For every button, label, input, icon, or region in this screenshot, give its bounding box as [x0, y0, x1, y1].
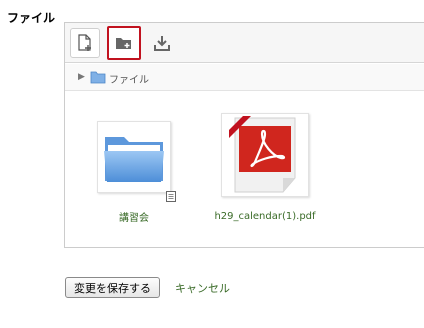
folder-icon	[104, 137, 164, 182]
breadcrumb-current[interactable]: ファイル	[109, 71, 149, 86]
add-file-icon	[78, 34, 91, 51]
file-item-pdf[interactable]: h29_calendar(1).pdf	[205, 113, 325, 222]
save-changes-button[interactable]: 変更を保存する	[65, 277, 160, 298]
file-name[interactable]: h29_calendar(1).pdf	[205, 211, 325, 222]
pdf-thumbnail	[221, 113, 309, 197]
download-button[interactable]	[147, 28, 177, 58]
file-name[interactable]: 講習会	[89, 209, 179, 224]
add-file-button[interactable]	[70, 28, 100, 58]
file-picker-toolbar	[65, 23, 424, 63]
file-list: 講習会 h29_calendar(1).pdf	[65, 91, 424, 248]
file-item-folder[interactable]: 講習会	[89, 121, 179, 224]
add-folder-button[interactable]	[107, 26, 141, 60]
chevron-right-icon[interactable]: ▶	[78, 72, 85, 82]
folder-thumbnail	[97, 121, 171, 193]
add-folder-icon	[116, 38, 131, 49]
field-label: ファイル	[7, 11, 56, 25]
cancel-link[interactable]: キャンセル	[175, 280, 255, 296]
download-icon	[154, 36, 170, 51]
breadcrumb: ▶ ファイル	[65, 64, 424, 91]
folder-icon	[90, 71, 106, 84]
pdf-file-icon	[229, 116, 296, 193]
file-context-menu-icon[interactable]	[166, 191, 176, 202]
file-picker: ▶ ファイル 講習会 h29_calendar(1).pdf	[64, 22, 424, 248]
